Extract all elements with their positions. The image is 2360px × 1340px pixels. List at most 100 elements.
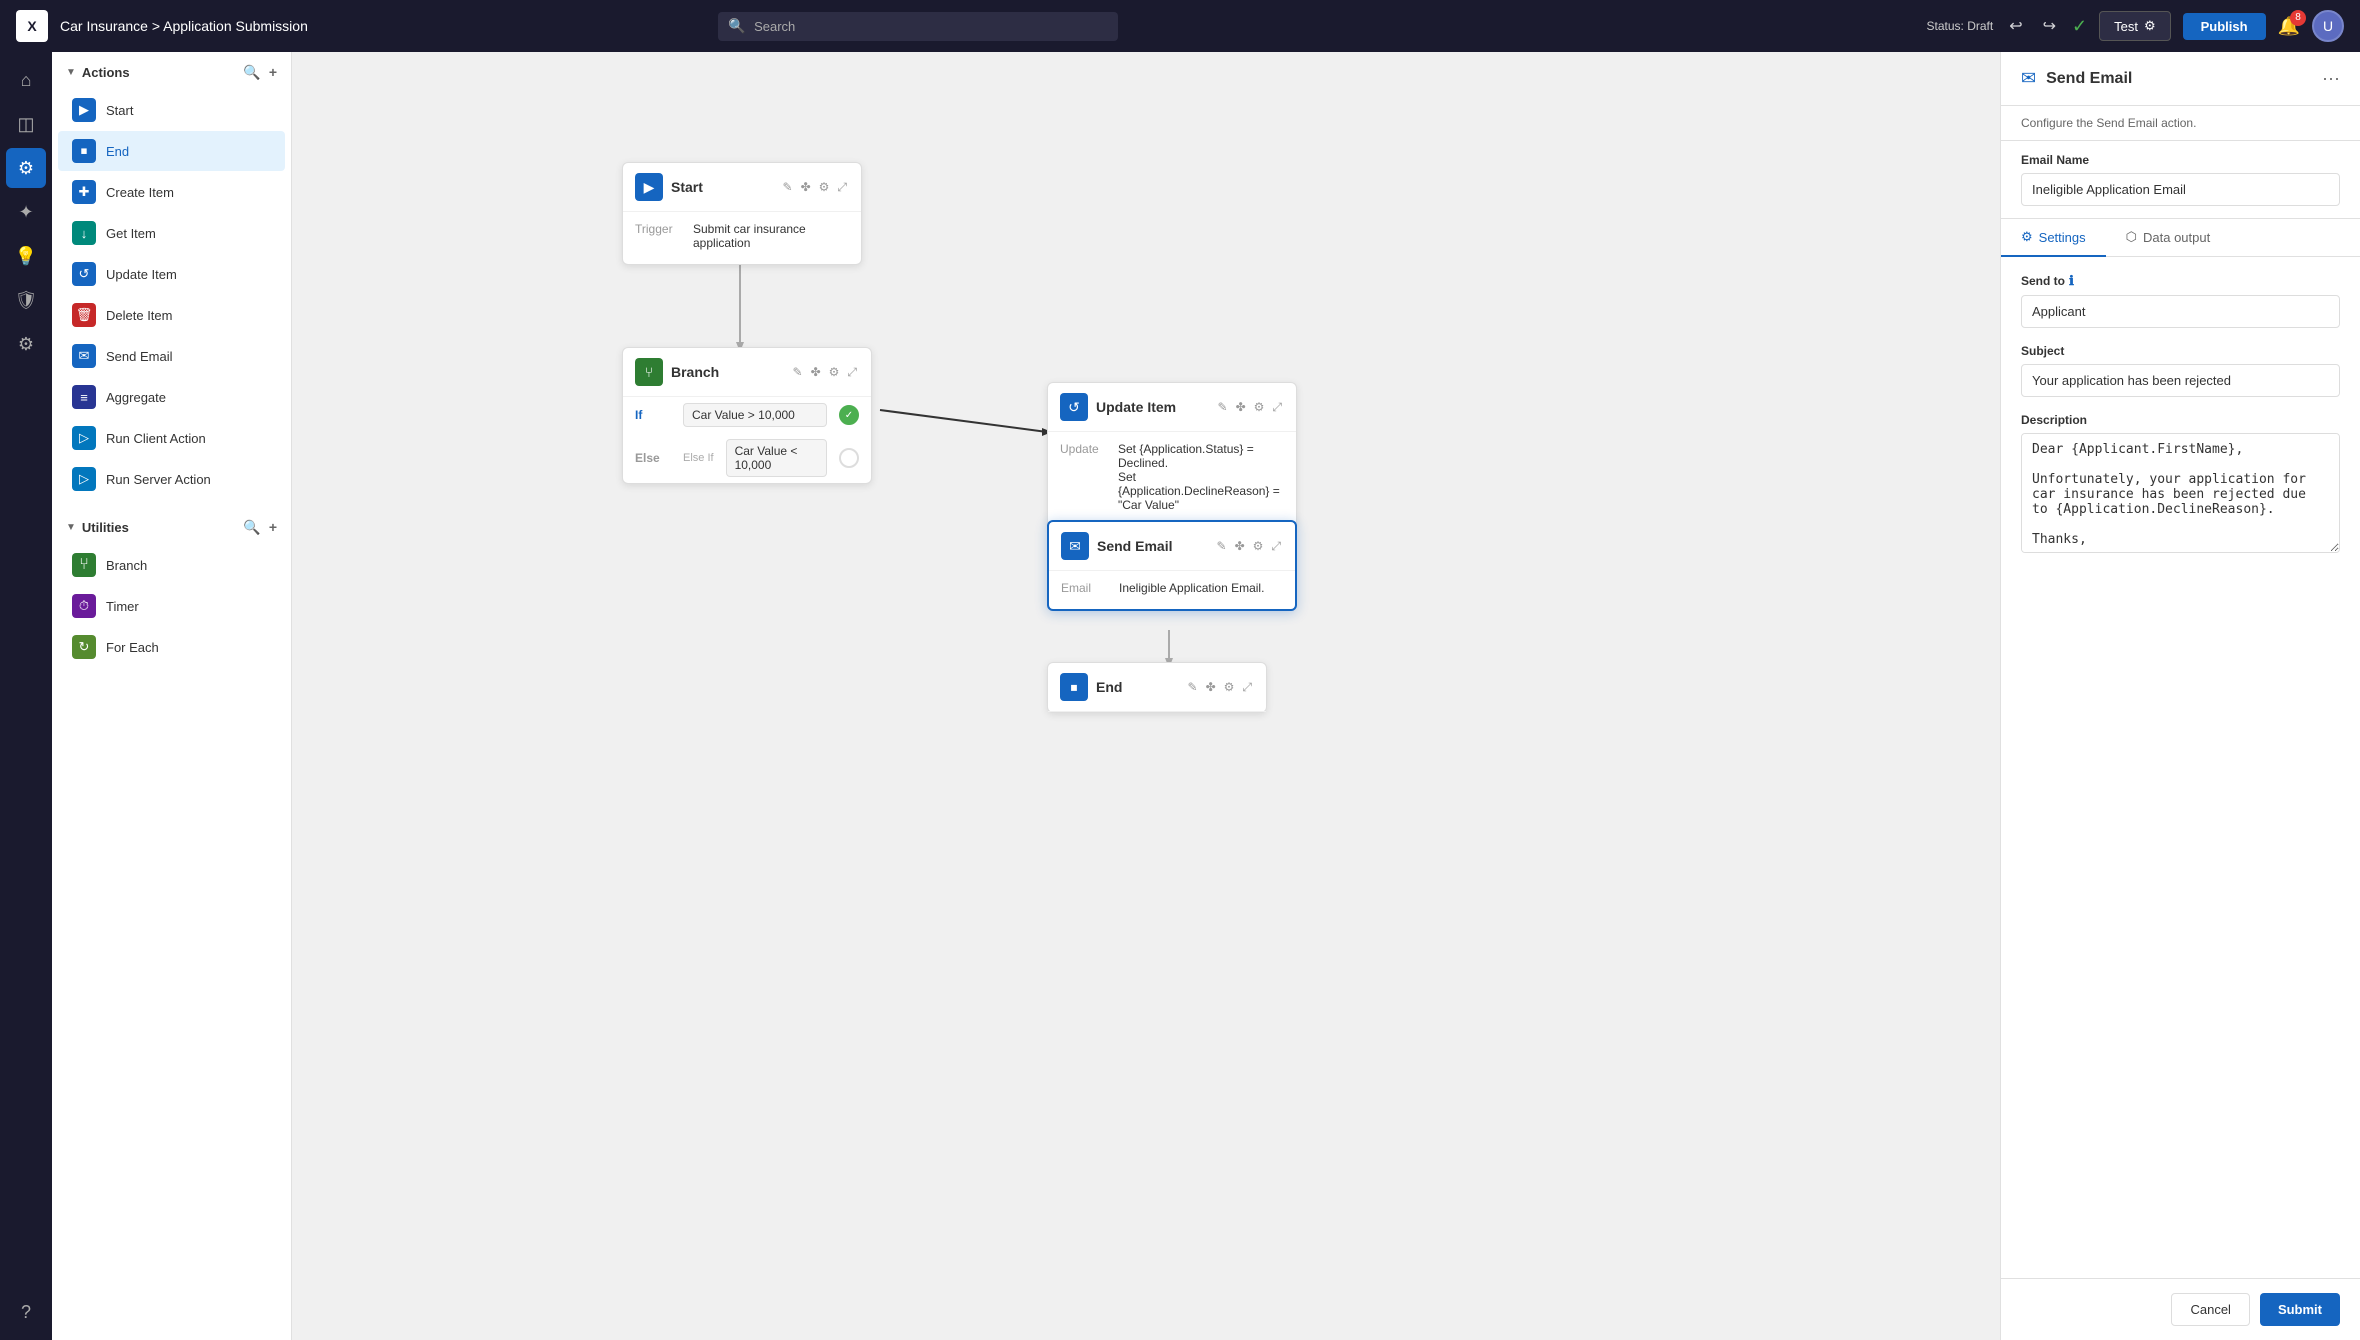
end-node[interactable]: ⏹ End ✎ ✤ ⚙ ⤢	[1047, 662, 1267, 713]
end-edit-icon[interactable]: ✎	[1186, 678, 1200, 697]
update-item-icon: ↺	[1060, 393, 1088, 421]
email-name-field[interactable]	[2021, 173, 2340, 206]
notification-bell[interactable]: 🔔 8	[2278, 16, 2300, 37]
right-panel: ✉ Send Email ··· Configure the Send Emai…	[2000, 52, 2360, 1340]
branch-move-icon[interactable]: ✤	[809, 363, 823, 382]
update-item-actions: ✎ ✤ ⚙ ⤢	[1216, 398, 1285, 417]
end-label: End	[106, 144, 129, 159]
rail-help[interactable]: ?	[6, 1292, 46, 1332]
start-move-icon[interactable]: ✤	[799, 178, 813, 197]
delete-item-label: Delete Item	[106, 308, 172, 323]
end-settings-icon[interactable]: ⚙	[1222, 678, 1237, 697]
sidebar-item-delete-item[interactable]: 🗑 Delete Item	[58, 295, 285, 335]
actions-section-header[interactable]: ▼ Actions 🔍 +	[52, 52, 291, 89]
utilities-section-icons: 🔍 +	[243, 519, 277, 536]
send-email-actions: ✎ ✤ ⚙ ⤢	[1215, 537, 1284, 556]
rail-ai[interactable]: ✦	[6, 192, 46, 232]
end-move-icon[interactable]: ✤	[1204, 678, 1218, 697]
rail-settings[interactable]: ⚙	[6, 148, 46, 188]
tab-settings[interactable]: ⚙ Settings	[2001, 219, 2106, 257]
sidebar-item-start[interactable]: ▶ Start	[58, 90, 285, 130]
branch-node[interactable]: ⑂ Branch ✎ ✤ ⚙ ⤢ If Car Value > 10,000 ✓…	[622, 347, 872, 484]
utilities-add-icon[interactable]: +	[269, 519, 277, 536]
update-item-header: ↺ Update Item ✎ ✤ ⚙ ⤢	[1048, 383, 1296, 432]
settings-tab-icon: ⚙	[2021, 229, 2033, 245]
get-item-label: Get Item	[106, 226, 156, 241]
send-to-label: Send to ℹ	[2021, 273, 2340, 289]
utilities-search-icon[interactable]: 🔍	[243, 519, 260, 536]
cancel-button[interactable]: Cancel	[2171, 1293, 2249, 1326]
utilities-toggle-icon: ▼	[66, 522, 76, 533]
data-output-tab-label: Data output	[2143, 230, 2210, 245]
send-email-settings-icon[interactable]: ⚙	[1251, 537, 1266, 556]
update-item-body: Update Set {Application.Status} = Declin…	[1048, 432, 1296, 526]
start-node-icon: ▶	[635, 173, 663, 201]
update-expand-icon[interactable]: ⤢	[1270, 398, 1284, 417]
send-email-edit-icon[interactable]: ✎	[1215, 537, 1229, 556]
branch-node-header: ⑂ Branch ✎ ✤ ⚙ ⤢	[623, 348, 871, 397]
send-email-node[interactable]: ✉ Send Email ✎ ✤ ⚙ ⤢ Email Ineligible Ap…	[1047, 520, 1297, 611]
end-expand-icon[interactable]: ⤢	[1240, 678, 1254, 697]
actions-section-icons: 🔍 +	[243, 64, 277, 81]
rail-home[interactable]: ⌂	[6, 60, 46, 100]
run-client-icon: ▷	[72, 426, 96, 450]
submit-button[interactable]: Submit	[2260, 1293, 2340, 1326]
sidebar-item-timer[interactable]: ⏱ Timer	[58, 586, 285, 626]
sidebar-item-aggregate[interactable]: ≡ Aggregate	[58, 377, 285, 417]
redo-button[interactable]: ↪	[2039, 12, 2060, 40]
status-check-icon: ✓	[2072, 16, 2087, 37]
tab-data-output[interactable]: ⬡ Data output	[2106, 219, 2231, 257]
app-logo[interactable]: X	[16, 10, 48, 42]
description-field[interactable]: Dear {Applicant.FirstName}, Unfortunatel…	[2021, 433, 2340, 553]
rail-shield[interactable]: 🛡	[6, 280, 46, 320]
update-label: Update	[1060, 442, 1110, 512]
actions-search-icon[interactable]: 🔍	[243, 64, 260, 81]
update-settings-icon[interactable]: ⚙	[1252, 398, 1267, 417]
undo-button[interactable]: ↩	[2005, 12, 2026, 40]
start-edit-icon[interactable]: ✎	[781, 178, 795, 197]
send-email-header: ✉ Send Email ✎ ✤ ⚙ ⤢	[1049, 522, 1295, 571]
branch-if-connector: ✓	[839, 405, 859, 425]
sidebar-item-send-email[interactable]: ✉ Send Email	[58, 336, 285, 376]
send-email-expand-icon[interactable]: ⤢	[1269, 537, 1283, 556]
start-expand-icon[interactable]: ⤢	[835, 178, 849, 197]
rail-lightbulb[interactable]: 💡	[6, 236, 46, 276]
test-button[interactable]: Test ⚙	[2099, 11, 2171, 41]
rail-data[interactable]: ◫	[6, 104, 46, 144]
panel-subtitle: Configure the Send Email action.	[2001, 106, 2360, 141]
utilities-section-header[interactable]: ▼ Utilities 🔍 +	[52, 507, 291, 544]
sidebar-item-run-client[interactable]: ▷ Run Client Action	[58, 418, 285, 458]
update-item-node[interactable]: ↺ Update Item ✎ ✤ ⚙ ⤢ Update Set {Applic…	[1047, 382, 1297, 527]
sidebar-item-foreach[interactable]: ↻ For Each	[58, 627, 285, 667]
start-node-actions: ✎ ✤ ⚙ ⤢	[781, 178, 850, 197]
actions-add-icon[interactable]: +	[269, 64, 277, 81]
start-node[interactable]: ▶ Start ✎ ✤ ⚙ ⤢ Trigger Submit car insur…	[622, 162, 862, 265]
sidebar-item-create-item[interactable]: ✚ Create Item	[58, 172, 285, 212]
update-item-title: Update Item	[1096, 399, 1208, 415]
branch-settings-icon[interactable]: ⚙	[827, 363, 842, 382]
sidebar-item-end[interactable]: ⏹ End	[58, 131, 285, 171]
branch-node-actions: ✎ ✤ ⚙ ⤢	[791, 363, 860, 382]
update-move-icon[interactable]: ✤	[1234, 398, 1248, 417]
test-settings-icon: ⚙	[2144, 18, 2156, 34]
sidebar-item-get-item[interactable]: ↓ Get Item	[58, 213, 285, 253]
subject-field[interactable]	[2021, 364, 2340, 397]
search-input[interactable]	[718, 12, 1118, 41]
panel-menu-button[interactable]: ···	[2322, 68, 2340, 89]
start-settings-icon[interactable]: ⚙	[817, 178, 832, 197]
start-node-title: Start	[671, 179, 773, 195]
branch-expand-icon[interactable]: ⤢	[845, 363, 859, 382]
rail-gear2[interactable]: ⚙	[6, 324, 46, 364]
update-edit-icon[interactable]: ✎	[1216, 398, 1230, 417]
user-avatar[interactable]: U	[2312, 10, 2344, 42]
publish-button[interactable]: Publish	[2183, 13, 2266, 40]
sidebar-item-branch[interactable]: ⑂ Branch	[58, 545, 285, 585]
send-to-field[interactable]	[2021, 295, 2340, 328]
branch-edit-icon[interactable]: ✎	[791, 363, 805, 382]
sidebar-item-update-item[interactable]: ↺ Update Item	[58, 254, 285, 294]
timer-icon: ⏱	[72, 594, 96, 618]
sidebar-item-run-server[interactable]: ▷ Run Server Action	[58, 459, 285, 499]
main-canvas[interactable]: ▶ Start ✎ ✤ ⚙ ⤢ Trigger Submit car insur…	[292, 52, 2000, 1340]
settings-tab-label: Settings	[2039, 230, 2086, 245]
send-email-move-icon[interactable]: ✤	[1233, 537, 1247, 556]
